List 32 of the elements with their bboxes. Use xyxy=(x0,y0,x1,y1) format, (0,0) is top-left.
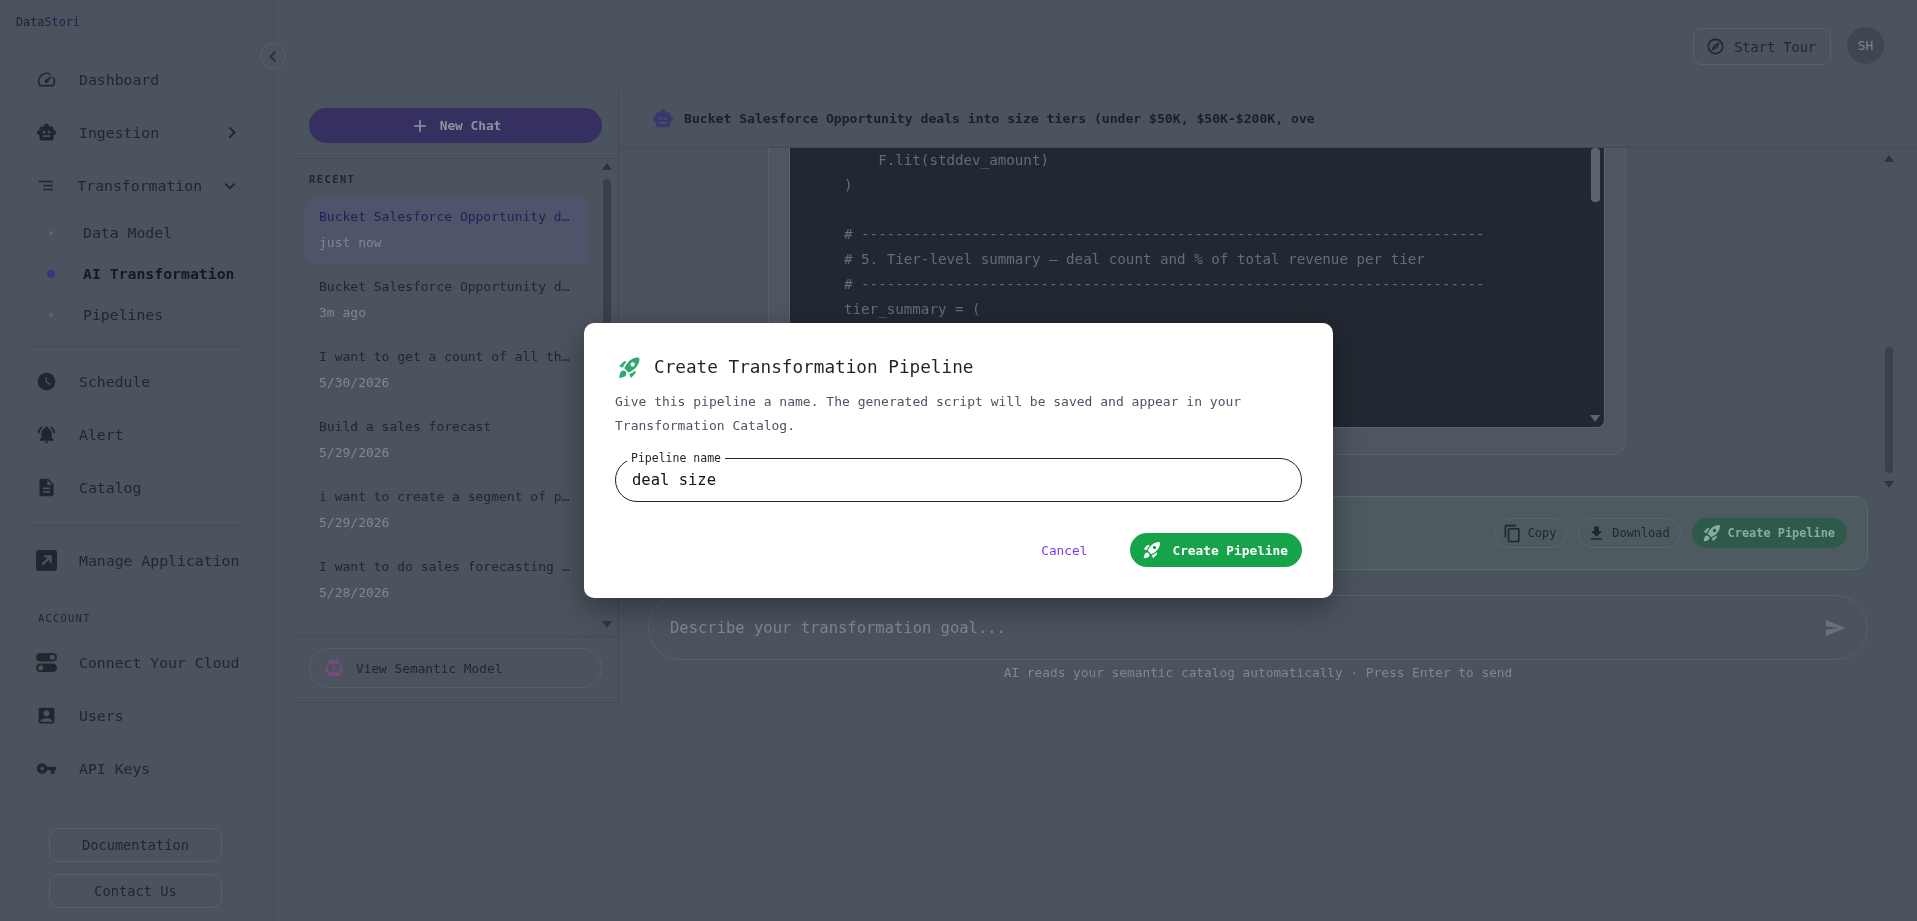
new-chat-button[interactable]: New Chat xyxy=(309,108,602,143)
document-icon xyxy=(36,477,57,498)
field-label: Pipeline name xyxy=(627,451,725,465)
cancel-button[interactable]: Cancel xyxy=(1031,536,1098,564)
code-text: F.lit(stddev_amount) ) # ------------------------------------------------------------------------- # 5. Tier-level summary — deal count and % of total revenue per tier # ------------------------------------------------------------------------- tier_summary = ( xyxy=(844,151,1485,320)
scroll-up-icon[interactable] xyxy=(1884,155,1894,162)
clock-icon xyxy=(36,371,57,392)
create-pipeline-button[interactable]: Create Pipeline xyxy=(1130,533,1302,567)
robot-icon xyxy=(652,107,674,130)
scroll-up-icon[interactable] xyxy=(602,163,612,170)
scroll-down-icon[interactable] xyxy=(602,621,612,628)
robot-icon xyxy=(36,122,57,143)
collapse-button[interactable] xyxy=(260,43,286,69)
rocket-icon xyxy=(1701,523,1722,543)
arrow-square-icon xyxy=(36,550,57,571)
create-pipeline-button[interactable]: Create Pipeline xyxy=(1691,518,1847,548)
brain-icon xyxy=(324,658,344,678)
rocket-icon xyxy=(1142,540,1163,560)
user-avatar[interactable]: SH xyxy=(1847,27,1884,64)
bullet-icon xyxy=(47,269,55,278)
chevron-left-icon xyxy=(269,49,277,63)
copy-icon xyxy=(1502,523,1522,543)
scroll-down-icon[interactable] xyxy=(1590,415,1600,422)
nav-subitem[interactable]: AI Transformation xyxy=(47,262,235,285)
dialog-title: Create Transformation Pipeline xyxy=(654,356,974,379)
scroll-down-icon[interactable] xyxy=(1884,481,1894,488)
compass-icon xyxy=(1706,37,1726,56)
bell-icon xyxy=(36,424,57,445)
scrollbar-thumb[interactable] xyxy=(1590,148,1600,202)
dialog-description: Give this pipeline a name. The generated script will be saved and appear in your Transformation Catalog. xyxy=(615,393,1243,435)
user-card-icon xyxy=(36,705,57,726)
toggles-icon xyxy=(36,652,57,673)
